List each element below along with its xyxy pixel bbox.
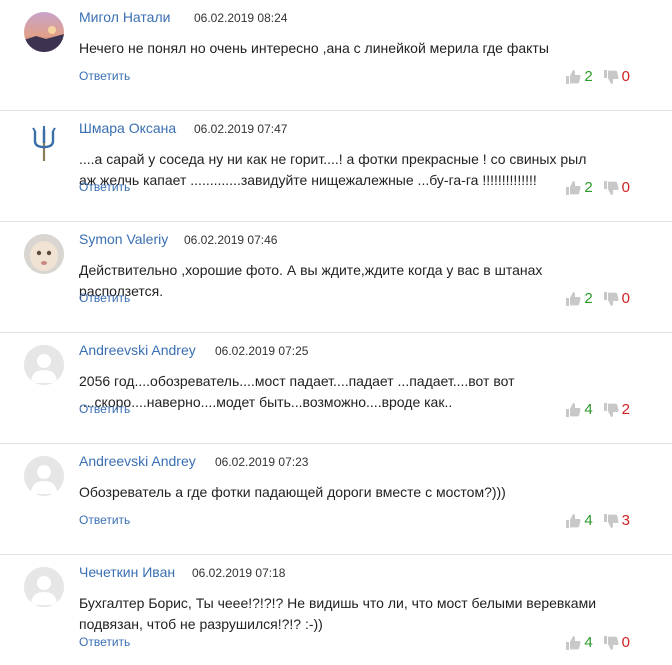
comment-date: 06.02.2019 07:47 [194, 122, 288, 136]
dislike-count: 0 [621, 68, 630, 85]
comment-item: Andreevski Andrey 06.02.2019 07:25 2056 … [0, 333, 672, 444]
comment-item: Symon Valeriy 06.02.2019 07:46 Действите… [0, 222, 672, 333]
avatar[interactable] [24, 456, 64, 496]
thumb-up-icon [566, 513, 581, 528]
comment-date: 06.02.2019 07:25 [215, 344, 309, 358]
comment-date: 06.02.2019 08:24 [194, 11, 288, 25]
comment-text: Бухгалтер Борис, Ты чеее!?!?!? Не видишь… [79, 595, 597, 632]
comment-date: 06.02.2019 07:23 [215, 455, 309, 469]
dislike-button[interactable]: 3 [603, 512, 630, 529]
thumb-down-icon [603, 402, 619, 417]
thumb-up-icon [566, 180, 581, 195]
comment-item: Мигол Натали 06.02.2019 08:24 Нечего не … [0, 0, 672, 111]
avatar[interactable] [24, 234, 64, 274]
dislike-button[interactable]: 2 [603, 401, 630, 418]
comment-date: 06.02.2019 07:46 [184, 233, 278, 247]
reply-button[interactable]: Ответить [79, 402, 130, 416]
like-count: 2 [584, 290, 593, 307]
vote-controls: 2 0 [565, 290, 630, 307]
user-icon [24, 567, 64, 607]
dislike-button[interactable]: 0 [603, 179, 630, 196]
dislike-button[interactable]: 0 [603, 68, 630, 85]
dislike-button[interactable]: 0 [603, 290, 630, 307]
comment-author[interactable]: Чечеткин Иван [79, 564, 175, 580]
dislike-count: 0 [621, 179, 630, 196]
vote-controls: 2 0 [565, 179, 630, 196]
vote-controls: 4 2 [565, 401, 630, 418]
comment-text: 2056 год....обозреватель....мост падает.… [79, 373, 515, 410]
comment-author[interactable]: Шмара Оксана [79, 120, 176, 136]
comment-author[interactable]: Andreevski Andrey [79, 342, 196, 358]
vote-controls: 2 0 [565, 68, 630, 85]
avatar[interactable] [24, 12, 64, 52]
reply-button[interactable]: Ответить [79, 513, 130, 527]
like-count: 2 [584, 68, 593, 85]
like-button[interactable]: 4 [565, 512, 593, 529]
comment-list: Мигол Натали 06.02.2019 08:24 Нечего не … [0, 0, 672, 665]
comment-item: Шмара Оксана 06.02.2019 07:47 ....а сара… [0, 111, 672, 222]
comment-author[interactable]: Symon Valeriy [79, 231, 168, 247]
vote-controls: 4 3 [565, 512, 630, 529]
comment-item: Andreevski Andrey 06.02.2019 07:23 Обозр… [0, 444, 672, 555]
reply-button[interactable]: Ответить [79, 291, 130, 305]
comment-author[interactable]: Мигол Натали [79, 9, 170, 25]
comment-text: Действительно ,хорошие фото. А вы ждите,… [79, 262, 543, 299]
avatar[interactable] [24, 123, 64, 163]
dislike-count: 3 [621, 512, 630, 529]
reply-button[interactable]: Ответить [79, 69, 130, 83]
like-button[interactable]: 2 [565, 290, 593, 307]
like-count: 4 [584, 401, 593, 418]
reply-button[interactable]: Ответить [79, 180, 130, 194]
like-count: 2 [584, 179, 593, 196]
comment-date: 06.02.2019 07:18 [192, 566, 286, 580]
thumb-up-icon [566, 402, 581, 417]
user-icon [24, 456, 64, 496]
avatar[interactable] [24, 345, 64, 385]
like-count: 4 [584, 512, 593, 529]
thumb-down-icon [603, 180, 619, 195]
dislike-count: 0 [621, 290, 630, 307]
thumb-up-icon [566, 291, 581, 306]
comment-text: Нечего не понял но очень интересно ,ана … [79, 40, 549, 56]
comment-text: Обозреватель а где фотки падающей дороги… [79, 484, 506, 500]
like-button[interactable]: 2 [565, 68, 593, 85]
user-icon [24, 345, 64, 385]
thumb-down-icon [603, 291, 619, 306]
reply-button[interactable]: Ответить [79, 635, 130, 649]
like-button[interactable]: 4 [565, 401, 593, 418]
comment-item: Чечеткин Иван 06.02.2019 07:18 Бухгалтер… [0, 555, 672, 665]
avatar[interactable] [24, 567, 64, 607]
thumb-up-icon [566, 69, 581, 84]
thumb-down-icon [603, 69, 619, 84]
comment-text: ....а сарай у соседа ну ни как не горит.… [79, 151, 587, 188]
comment-author[interactable]: Andreevski Andrey [79, 453, 196, 469]
like-button[interactable]: 2 [565, 179, 593, 196]
thumb-down-icon [603, 513, 619, 528]
dislike-count: 2 [621, 401, 630, 418]
